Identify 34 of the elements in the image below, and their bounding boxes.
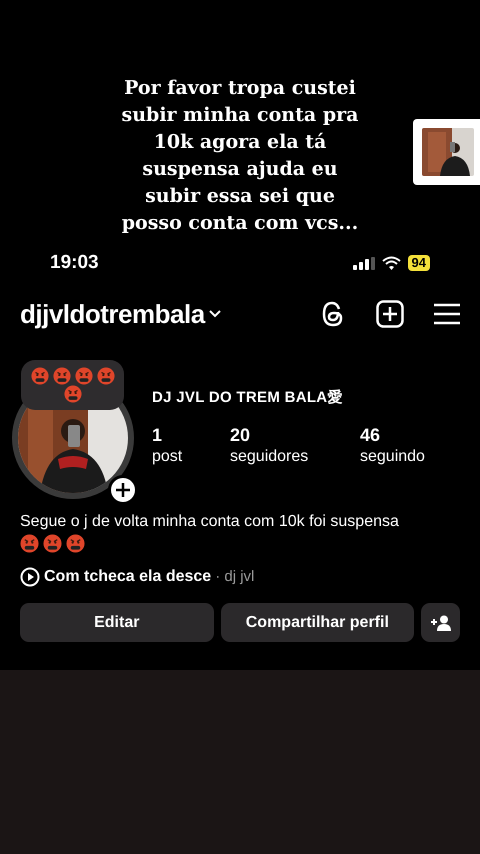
angry-face-icon	[74, 367, 92, 385]
bio-text: Segue o j de volta minha conta com 10k foi suspensa	[20, 513, 399, 530]
status-time: 19:03	[50, 250, 99, 275]
add-person-icon	[430, 614, 451, 630]
angry-face-icon	[43, 534, 62, 553]
wifi-icon	[382, 256, 401, 270]
stat-label[interactable]: seguidores	[230, 446, 360, 468]
angry-face-icon	[52, 367, 70, 385]
display-name: DJ JVL DO TREM BALA愛	[152, 388, 344, 408]
suggested-people-button[interactable]	[421, 603, 460, 642]
play-icon	[20, 567, 40, 587]
signal-icon	[352, 256, 375, 270]
stat-count: 1	[152, 424, 164, 446]
note-bubble[interactable]	[21, 360, 124, 410]
music-artist: · dj jvl	[215, 566, 254, 587]
angry-face-icon	[64, 385, 82, 403]
angry-face-icon	[96, 367, 114, 385]
stat-label[interactable]: seguindo	[360, 446, 460, 468]
thumbnail-card[interactable]	[413, 119, 480, 185]
angry-face-icon	[66, 534, 85, 553]
stat-label[interactable]: post	[152, 446, 230, 468]
username-switcher[interactable]: djjvldotrembala	[20, 294, 221, 334]
music-title[interactable]: Com tcheca ela desce	[44, 565, 212, 589]
stat-count: 46	[360, 424, 382, 446]
plus-icon	[116, 483, 130, 497]
battery-level: 94	[408, 255, 430, 271]
chevron-down-icon	[208, 310, 221, 318]
share-profile-button[interactable]: Compartilhar perfil	[220, 603, 414, 642]
menu-icon[interactable]	[434, 303, 460, 325]
add-post-icon[interactable]	[376, 300, 404, 328]
angry-face-icon	[20, 534, 39, 553]
stat-count: 20	[230, 424, 252, 446]
edit-button[interactable]: Editar	[20, 603, 214, 642]
angry-face-icon	[30, 367, 48, 385]
